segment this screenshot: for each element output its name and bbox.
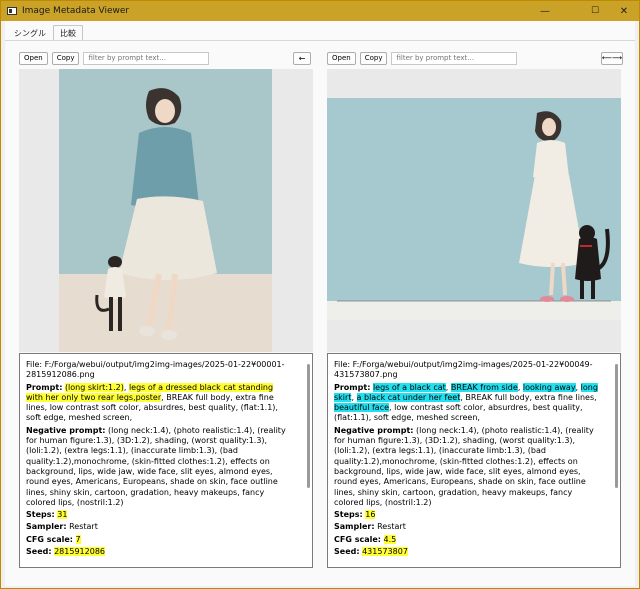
tab-single[interactable]: シングル xyxy=(7,25,53,41)
right-toolbar: Open Copy xyxy=(327,51,518,65)
right-cfg-value: 4.5 xyxy=(383,534,397,544)
right-cfg-label: CFG scale: xyxy=(334,534,381,544)
left-steps-label: Steps: xyxy=(26,510,55,520)
prompt-segment: , xyxy=(351,392,357,402)
title-bar: Image Metadata Viewer — ☐ ✕ xyxy=(1,1,639,21)
left-prompt-label: Prompt: xyxy=(26,382,63,392)
prompt-segment: beautiful face xyxy=(334,403,390,413)
right-seed-value: 431573807 xyxy=(362,547,408,557)
left-prompt-text: (long skirt:1.2), legs of a dressed blac… xyxy=(26,382,278,422)
right-open-button[interactable]: Open xyxy=(327,51,356,65)
right-sampler-label: Sampler: xyxy=(334,522,375,532)
left-negative-text: (long neck:1.4), (photo realistic:1.4), … xyxy=(26,425,286,507)
left-seed-value: 2815912086 xyxy=(54,547,105,557)
left-file-label: File: xyxy=(26,360,43,369)
right-negative-text: (long neck:1.4), (photo realistic:1.4), … xyxy=(334,425,594,507)
left-metadata-text: File: F:/Forga/webui/output/img2img-imag… xyxy=(26,360,292,559)
right-steps-value: 16 xyxy=(365,510,376,520)
left-image-panel xyxy=(19,69,313,352)
left-scrollbar[interactable] xyxy=(307,364,310,488)
prompt-segment: , BREAK full body, extra fine lines, xyxy=(460,392,597,402)
window-title: Image Metadata Viewer xyxy=(22,6,130,16)
maximize-button[interactable]: ☐ xyxy=(579,1,611,21)
left-toolbar: Open Copy xyxy=(19,51,210,65)
left-filter-input[interactable] xyxy=(83,51,210,65)
left-illustration xyxy=(59,69,272,352)
left-negative-label: Negative prompt: xyxy=(26,425,106,435)
right-filter-input[interactable] xyxy=(391,51,518,65)
right-steps-label: Steps: xyxy=(334,510,363,520)
tab-compare[interactable]: 比較 xyxy=(53,25,83,41)
right-scrollbar[interactable] xyxy=(615,364,618,488)
left-steps-value: 31 xyxy=(57,510,68,520)
right-arrow-button[interactable]: ⟵⟶ xyxy=(601,52,623,65)
left-sampler-label: Sampler: xyxy=(26,522,67,532)
right-file-path: F:/Forga/webui/output/img2img-images/202… xyxy=(334,360,593,380)
right-image-panel xyxy=(327,69,621,352)
left-copy-button[interactable]: Copy xyxy=(51,51,80,65)
tab-strip: シングル 比較 xyxy=(7,25,83,41)
tab-divider xyxy=(5,40,635,41)
left-file-path: F:/Forga/webui/output/img2img-images/202… xyxy=(26,360,285,380)
right-metadata-panel[interactable]: File: F:/Forga/webui/output/img2img-imag… xyxy=(327,353,621,568)
prompt-segment: a black cat under her feet xyxy=(356,392,461,402)
left-sampler-value: Restart xyxy=(69,522,98,532)
prompt-segment: (long skirt:1.2) xyxy=(64,382,124,392)
right-negative-label: Negative prompt: xyxy=(334,425,414,435)
right-file-label: File: xyxy=(334,360,351,369)
prompt-segment: , xyxy=(575,382,581,392)
left-cfg-label: CFG scale: xyxy=(26,534,73,544)
right-prompt-text: legs of a black cat, BREAK from side, lo… xyxy=(334,382,598,422)
right-illustration xyxy=(327,98,621,320)
right-copy-button[interactable]: Copy xyxy=(359,51,388,65)
left-cfg-value: 7 xyxy=(75,534,81,544)
left-metadata-panel[interactable]: File: F:/Forga/webui/output/img2img-imag… xyxy=(19,353,313,568)
left-seed-label: Seed: xyxy=(26,547,52,557)
prompt-segment: looking away xyxy=(522,382,576,392)
left-open-button[interactable]: Open xyxy=(19,51,48,65)
prompt-segment: BREAK from side xyxy=(450,382,518,392)
left-arrow-button[interactable]: ← xyxy=(293,52,311,65)
right-seed-label: Seed: xyxy=(334,547,360,557)
close-button[interactable]: ✕ xyxy=(608,1,640,21)
app-icon xyxy=(7,7,17,15)
client-area: シングル 比較 Open Copy ← Open Copy ⟵⟶ xyxy=(5,21,635,586)
right-prompt-label: Prompt: xyxy=(334,382,371,392)
minimize-button[interactable]: — xyxy=(529,1,561,21)
prompt-segment: legs of a black cat xyxy=(372,382,446,392)
app-window: Image Metadata Viewer — ☐ ✕ シングル 比較 Open… xyxy=(0,0,640,589)
right-sampler-value: Restart xyxy=(377,522,406,532)
right-metadata-text: File: F:/Forga/webui/output/img2img-imag… xyxy=(334,360,600,559)
